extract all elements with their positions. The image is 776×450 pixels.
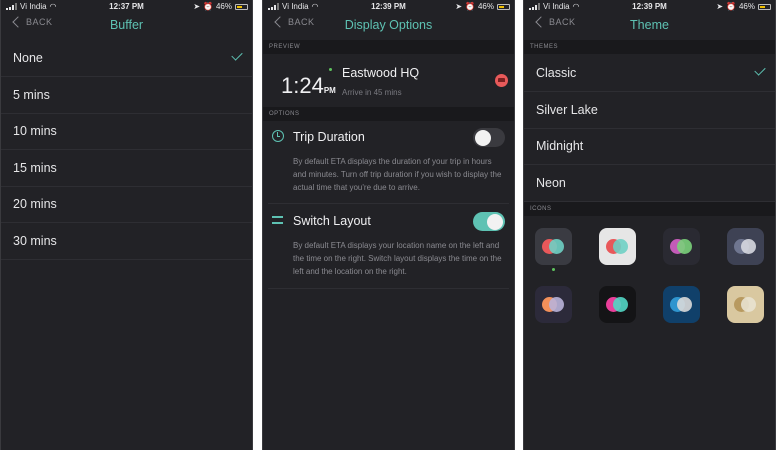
divider [268,203,509,204]
circle-right-icon [613,239,628,254]
options-section-header: OPTIONS [263,107,514,121]
theme-option-neon[interactable]: Neon [524,165,775,202]
buffer-screen: Vi India ◠ 12:37 PM ➤ ⏰ 46% BACK Buffer Non… [0,0,253,450]
swap-icon [272,214,284,226]
preview-time: 1:24PM [281,73,336,99]
checkmark-icon [231,49,243,61]
app-icon-option[interactable] [727,228,764,265]
buffer-option-15[interactable]: 15 mins [1,150,252,187]
divider [268,288,509,289]
themes-section-header: THEMES [524,40,775,54]
theme-option-classic[interactable]: Classic [524,55,775,92]
trip-duration-description: By default ETA displays the duration of … [293,157,502,192]
option-label: 5 mins [13,88,50,102]
preview-time-value: 1:24 [281,73,324,98]
battery-percent: 46% [738,2,755,11]
app-icon-option[interactable] [599,228,636,265]
nav-bar: BACK Buffer [1,13,252,39]
app-icon-option[interactable] [599,286,636,323]
preview-ampm: PM [323,86,336,95]
theme-label: Classic [536,66,577,80]
option-label: 30 mins [13,234,57,248]
location-icon: ➤ [716,2,724,11]
clock-icon [272,130,284,142]
checkmark-icon [754,64,766,76]
status-bar: Vi India ◠ 12:39 PM ➤ ⏰ 46% [524,0,775,13]
selected-indicator [552,268,555,271]
app-icon-option[interactable] [727,286,764,323]
trip-duration-title: Trip Duration [293,130,365,144]
battery-percent: 46% [477,2,494,11]
theme-option-silver-lake[interactable]: Silver Lake [524,92,775,129]
theme-label: Midnight [536,139,584,153]
icons-section-header: ICONS [524,202,775,216]
battery-icon [497,3,510,10]
option-label: 10 mins [13,124,57,138]
alarm-icon: ⏰ [465,2,475,11]
preview-arrival: Arrive in 45 mins [342,88,402,97]
option-label: None [13,51,43,65]
page-title: Buffer [109,18,144,32]
theme-screen: Vi India ◠ 12:39 PM ➤ ⏰ 46% BACK Theme THEM… [523,0,776,450]
alarm-icon: ⏰ [726,2,736,11]
circle-right-icon [677,239,692,254]
circle-right-icon [613,297,628,312]
switch-layout-title: Switch Layout [293,214,371,228]
toggle-knob [475,129,491,146]
car-icon [495,74,508,87]
buffer-option-30[interactable]: 30 mins [1,223,252,260]
battery-percent: 46% [215,2,232,11]
theme-option-midnight[interactable]: Midnight [524,128,775,165]
location-icon: ➤ [455,2,463,11]
battery-icon [758,3,771,10]
theme-label: Silver Lake [536,103,598,117]
preview-section-header: PREVIEW [263,40,514,54]
option-label: 15 mins [13,161,57,175]
status-bar: Vi India ◠ 12:37 PM ➤ ⏰ 46% [1,0,252,13]
option-label: 20 mins [13,197,57,211]
location-icon: ➤ [193,2,201,11]
circle-right-icon [677,297,692,312]
display-options-screen: Vi India ◠ 12:39 PM ➤ ⏰ 46% BACK Display Op… [262,0,515,450]
page-title: Display Options [344,18,433,32]
nav-bar: BACK Display Options [263,13,514,39]
app-icon-option[interactable] [535,286,572,323]
app-icon-option[interactable] [663,286,700,323]
status-bar: Vi India ◠ 12:39 PM ➤ ⏰ 46% [263,0,514,13]
toggle-knob [487,213,503,230]
switch-layout-toggle[interactable] [473,212,505,231]
circle-right-icon [549,239,564,254]
theme-label: Neon [536,176,566,190]
circle-right-icon [741,297,756,312]
buffer-option-20[interactable]: 20 mins [1,186,252,223]
buffer-option-none[interactable]: None [1,40,252,77]
switch-layout-description: By default ETA displays your location na… [293,241,502,276]
alarm-icon: ⏰ [203,2,213,11]
trip-duration-toggle[interactable] [473,128,505,147]
app-icon-option[interactable] [663,228,700,265]
buffer-option-5[interactable]: 5 mins [1,77,252,114]
circle-right-icon [741,239,756,254]
battery-icon [235,3,248,10]
nav-bar: BACK Theme [524,13,775,39]
status-dot [329,68,332,71]
app-icon-option[interactable] [535,228,572,265]
preview-location-name: Eastwood HQ [342,66,420,80]
circle-right-icon [549,297,564,312]
page-title: Theme [630,18,669,32]
buffer-option-10[interactable]: 10 mins [1,113,252,150]
